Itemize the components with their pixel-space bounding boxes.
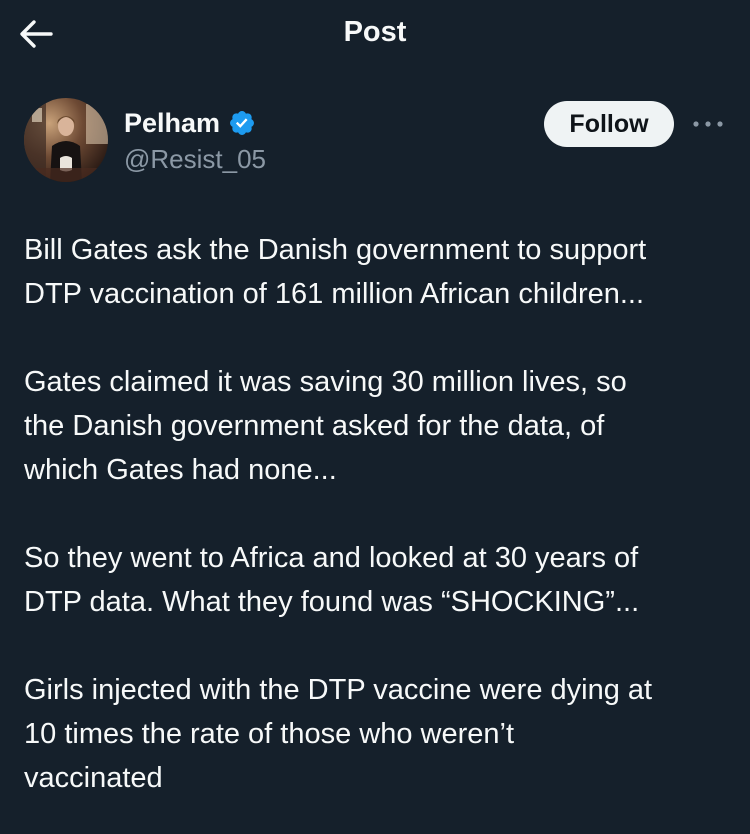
post-text: Bill Gates ask the Danish government to … [24, 228, 730, 800]
arrow-left-icon [20, 20, 53, 48]
more-horizontal-icon [693, 121, 723, 127]
verified-badge-icon [230, 111, 255, 135]
follow-button[interactable]: Follow [544, 101, 674, 147]
back-button[interactable] [14, 12, 58, 56]
post-paragraph: So they went to Africa and looked at 30 … [24, 542, 640, 618]
profile-photo [24, 98, 108, 182]
post-paragraph: Girls injected with the DTP vaccine were… [24, 674, 653, 794]
post-author: Pelham @Resist_05 Follow [0, 92, 750, 192]
name-line: Pelham [124, 106, 256, 140]
top-bar: Post [0, 0, 750, 66]
post-paragraph: Bill Gates ask the Danish government to … [24, 234, 647, 310]
more-options-button[interactable] [688, 106, 728, 142]
display-name[interactable]: Pelham [124, 106, 220, 140]
user-handle[interactable]: @Resist_05 [124, 142, 266, 176]
post-paragraph: Gates claimed it was saving 30 million l… [24, 366, 627, 486]
avatar[interactable] [24, 98, 108, 182]
page-title: Post [343, 16, 407, 48]
